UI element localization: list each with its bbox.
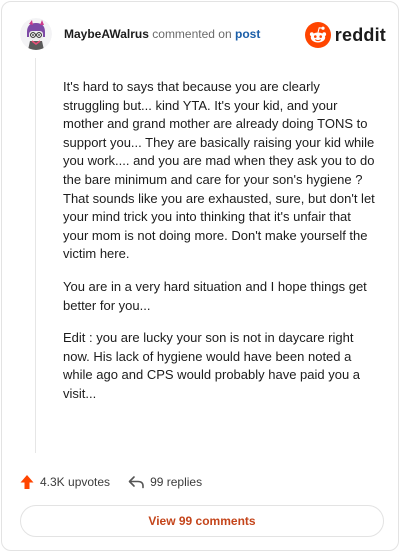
reply-count: 99 replies bbox=[150, 475, 203, 489]
reddit-wordmark: reddit bbox=[334, 24, 386, 45]
upvote-arrow-icon bbox=[20, 475, 34, 489]
view-comments-button[interactable]: View 99 comments bbox=[20, 505, 384, 537]
byline-action-text: commented on bbox=[152, 27, 232, 41]
comment-paragraph: Edit : you are lucky your son is not in … bbox=[63, 330, 361, 401]
comment-actions: 4.3K upvotes 99 replies bbox=[20, 472, 202, 492]
upvote-count: 4.3K upvotes bbox=[40, 475, 111, 489]
reddit-logo-icon bbox=[304, 22, 331, 48]
comment-header: MaybeAWalrus commented on post reddit bbox=[20, 18, 386, 54]
avatar-icon bbox=[20, 18, 52, 50]
comment-paragraph: It's hard to says that because you are c… bbox=[63, 79, 375, 262]
comment-card: MaybeAWalrus commented on post reddit It… bbox=[1, 1, 399, 551]
reply-arrow-icon bbox=[128, 476, 144, 489]
comment-body: It's hard to says that because you are c… bbox=[63, 78, 378, 418]
comment-byline: MaybeAWalrus commented on post bbox=[64, 27, 260, 42]
user-avatar[interactable] bbox=[20, 18, 52, 50]
upvote-button[interactable]: 4.3K upvotes bbox=[20, 474, 110, 490]
username-link[interactable]: MaybeAWalrus bbox=[64, 27, 149, 41]
post-link[interactable]: post bbox=[235, 27, 260, 41]
comment-paragraph: You are in a very hard situation and I h… bbox=[63, 278, 367, 313]
thread-line bbox=[35, 58, 36, 453]
replies-button[interactable]: 99 replies bbox=[128, 475, 202, 489]
view-comments-label: View 99 comments bbox=[148, 514, 256, 528]
reddit-brand[interactable]: reddit bbox=[304, 22, 386, 48]
